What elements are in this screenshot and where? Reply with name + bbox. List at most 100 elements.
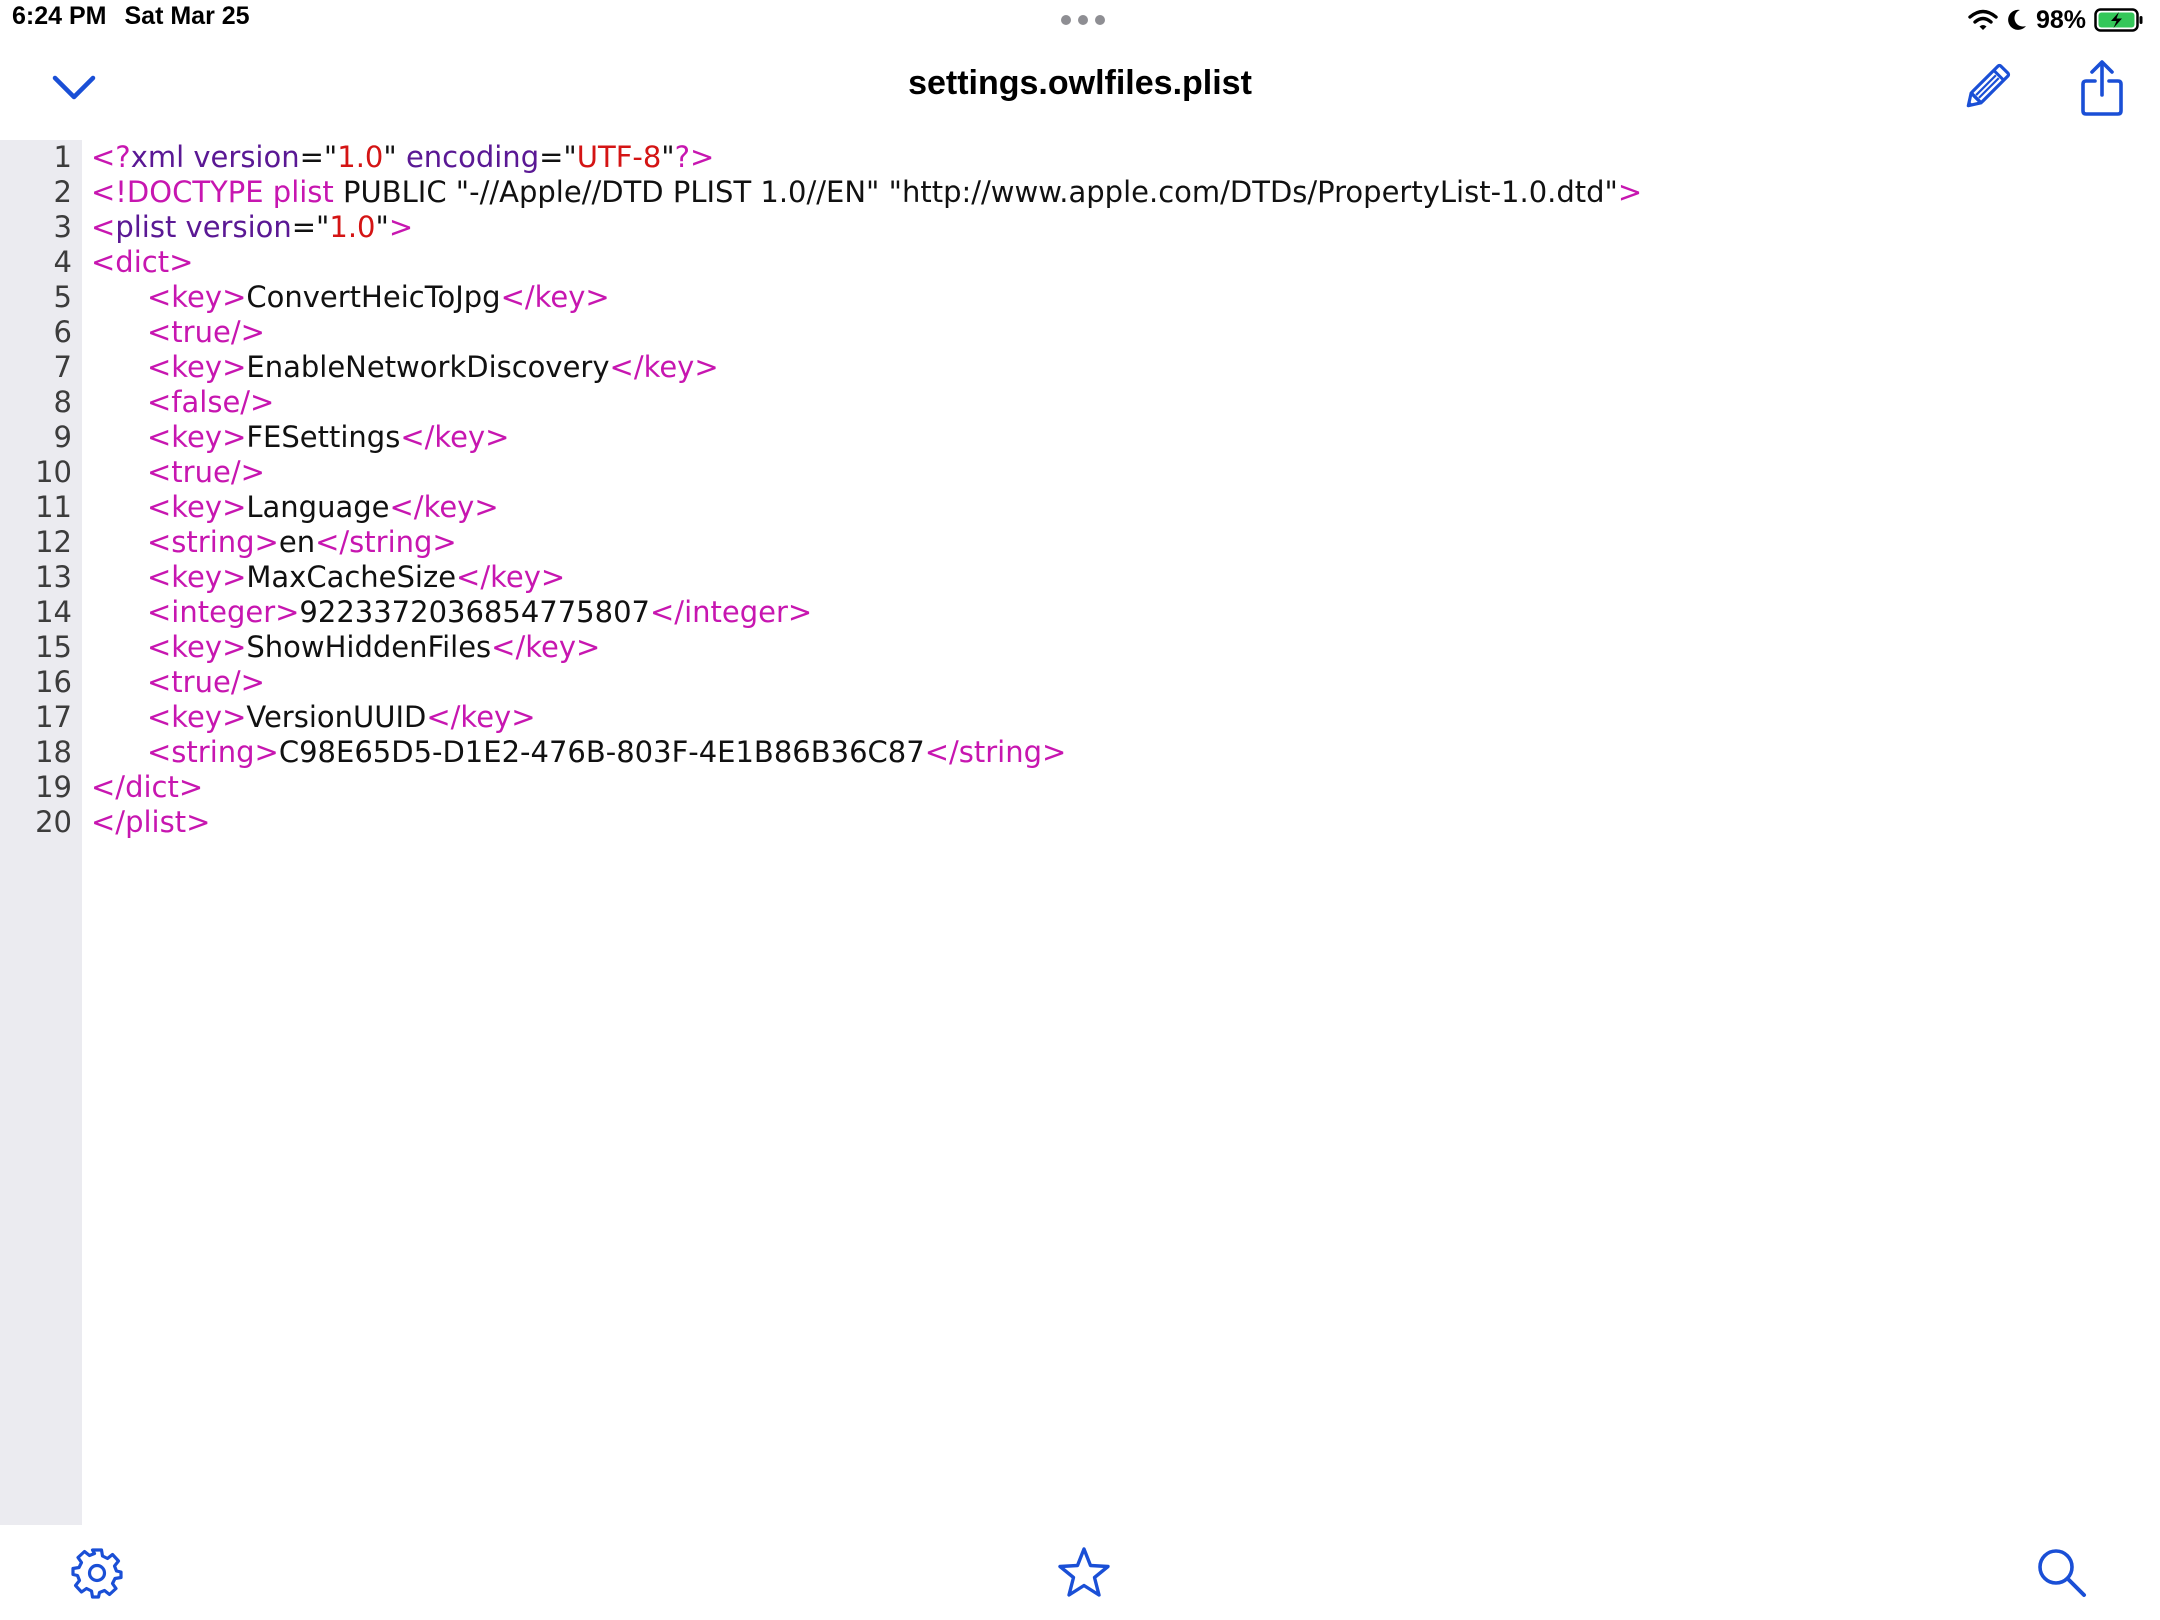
token-tag: ?> (674, 140, 715, 174)
share-button[interactable] (2076, 56, 2128, 120)
token-tag: </key> (456, 560, 566, 594)
status-bar: 6:24 PM Sat Mar 25 98% (0, 0, 2160, 40)
battery-percent: 98% (2035, 5, 2086, 34)
battery-charging-icon (2094, 8, 2143, 32)
code-line[interactable]: 14 <integer>9223372036854775807</integer> (0, 595, 2160, 630)
code-text: <key>Language</key> (147, 490, 499, 525)
token-tag: </string> (924, 735, 1067, 769)
token-tag: <!DOCTYPE plist (91, 175, 334, 209)
line-number: 8 (53, 385, 72, 419)
code-line[interactable]: 6 <true/> (0, 315, 2160, 350)
code-text: <key>MaxCacheSize</key> (147, 560, 565, 595)
token-tag: </key> (389, 490, 499, 524)
code-text: <integer>9223372036854775807</integer> (147, 595, 812, 630)
line-number: 11 (35, 490, 72, 524)
code-text: <true/> (147, 455, 265, 490)
token-plain: MaxCacheSize (246, 560, 457, 594)
code-line[interactable]: 20 </plist> (0, 805, 2160, 840)
token-tag: <key> (147, 700, 247, 734)
token-tag: < (91, 210, 116, 244)
line-number: 15 (35, 630, 72, 664)
token-plain: =" (539, 140, 577, 174)
token-tag: </integer> (650, 595, 813, 629)
token-plain: EnableNetworkDiscovery (246, 350, 610, 384)
status-date: Sat Mar 25 (124, 2, 250, 30)
code-text: <dict> (91, 245, 193, 280)
code-text: <plist version="1.0"> (91, 210, 413, 245)
line-number: 6 (53, 315, 72, 349)
code-line[interactable]: 10 <true/> (0, 455, 2160, 490)
token-tag: <true/> (147, 455, 265, 489)
page-title: settings.owlfiles.plist (908, 64, 1252, 102)
line-number: 10 (35, 455, 72, 489)
line-number: 18 (35, 735, 72, 769)
gear-icon (71, 1548, 123, 1599)
app-window: 6:24 PM Sat Mar 25 98% settings.owlfiles… (0, 0, 2160, 1620)
code-line[interactable]: 11 <key>Language</key> (0, 490, 2160, 525)
token-tag: <key> (147, 350, 247, 384)
token-plain: Language (246, 490, 390, 524)
token-tag: > (388, 210, 414, 244)
token-tag: <string> (147, 735, 279, 769)
token-tag: <key> (147, 560, 247, 594)
code-line[interactable]: 16 <true/> (0, 665, 2160, 700)
code-line[interactable]: 18 <string>C98E65D5-D1E2-476B-803F-4E1B86… (0, 735, 2160, 770)
token-tag: <key> (147, 280, 247, 314)
code-line[interactable]: 13 <key>MaxCacheSize</key> (0, 560, 2160, 595)
code-line[interactable]: 19 </dict> (0, 770, 2160, 805)
magnifier-icon (2038, 1549, 2086, 1597)
token-plain: VersionUUID (246, 700, 427, 734)
token-tag: </key> (491, 630, 601, 664)
code-line[interactable]: 15 <key>ShowHiddenFiles</key> (0, 630, 2160, 665)
token-plain: C98E65D5-D1E2-476B-803F-4E1B86B36C87 (278, 735, 925, 769)
code-text: <key>EnableNetworkDiscovery</key> (147, 350, 719, 385)
code-line[interactable]: 5 <key>ConvertHeicToJpg</key> (0, 280, 2160, 315)
line-number: 7 (53, 350, 72, 384)
settings-button[interactable] (67, 1543, 127, 1603)
token-tag: </string> (315, 525, 457, 559)
search-button[interactable] (2032, 1543, 2092, 1603)
token-tag: <dict> (91, 245, 194, 279)
line-number: 12 (35, 525, 72, 559)
multitasking-dots-icon[interactable] (1060, 14, 1106, 26)
edit-button[interactable] (1958, 58, 2014, 118)
token-tag: <key> (147, 490, 247, 524)
token-val: 1.0 (337, 140, 384, 174)
status-time: 6:24 PM (12, 2, 107, 30)
token-tag: > (1617, 175, 1643, 209)
token-plain: FESettings (246, 420, 401, 454)
token-attr: encoding (405, 140, 540, 174)
token-attr: xml version (130, 140, 300, 174)
code-line[interactable]: 2 <!DOCTYPE plist PUBLIC "-//Apple//DTD P… (0, 175, 2160, 210)
moon-icon (2008, 9, 2026, 30)
token-plain: =" (291, 210, 330, 244)
code-text: <string>en</string> (147, 525, 457, 560)
token-plain: PUBLIC "-//Apple//DTD PLIST 1.0//EN" "ht… (333, 175, 1618, 209)
code-line[interactable]: 3 <plist version="1.0"> (0, 210, 2160, 245)
token-tag: <? (91, 140, 131, 174)
code-lines[interactable]: 1 <?xml version="1.0" encoding="UTF-8"?> 2… (0, 140, 2160, 840)
code-editor[interactable]: 1 <?xml version="1.0" encoding="UTF-8"?> 2… (0, 140, 2160, 1525)
code-line[interactable]: 1 <?xml version="1.0" encoding="UTF-8"?> (0, 140, 2160, 175)
favorite-button[interactable] (1054, 1543, 1114, 1603)
token-tag: <true/> (147, 665, 265, 699)
code-text: <key>ShowHiddenFiles</key> (147, 630, 600, 665)
token-plain: ConvertHeicToJpg (246, 280, 501, 314)
token-tag: </key> (400, 420, 510, 454)
code-line[interactable]: 17 <key>VersionUUID</key> (0, 700, 2160, 735)
code-line[interactable]: 4 <dict> (0, 245, 2160, 280)
code-text: <key>ConvertHeicToJpg</key> (147, 280, 610, 315)
token-tag: </key> (500, 280, 610, 314)
line-number: 19 (35, 770, 72, 804)
code-text: <?xml version="1.0" encoding="UTF-8"?> (91, 140, 714, 175)
line-number: 20 (35, 805, 72, 839)
code-line[interactable]: 8 <false/> (0, 385, 2160, 420)
code-line[interactable]: 12 <string>en</string> (0, 525, 2160, 560)
code-line[interactable]: 9 <key>FESettings</key> (0, 420, 2160, 455)
code-text: <true/> (147, 665, 265, 700)
code-text: </dict> (91, 770, 203, 805)
token-plain: " (661, 140, 675, 174)
code-line[interactable]: 7 <key>EnableNetworkDiscovery</key> (0, 350, 2160, 385)
token-tag: </plist> (91, 805, 211, 839)
line-number: 3 (53, 210, 72, 244)
